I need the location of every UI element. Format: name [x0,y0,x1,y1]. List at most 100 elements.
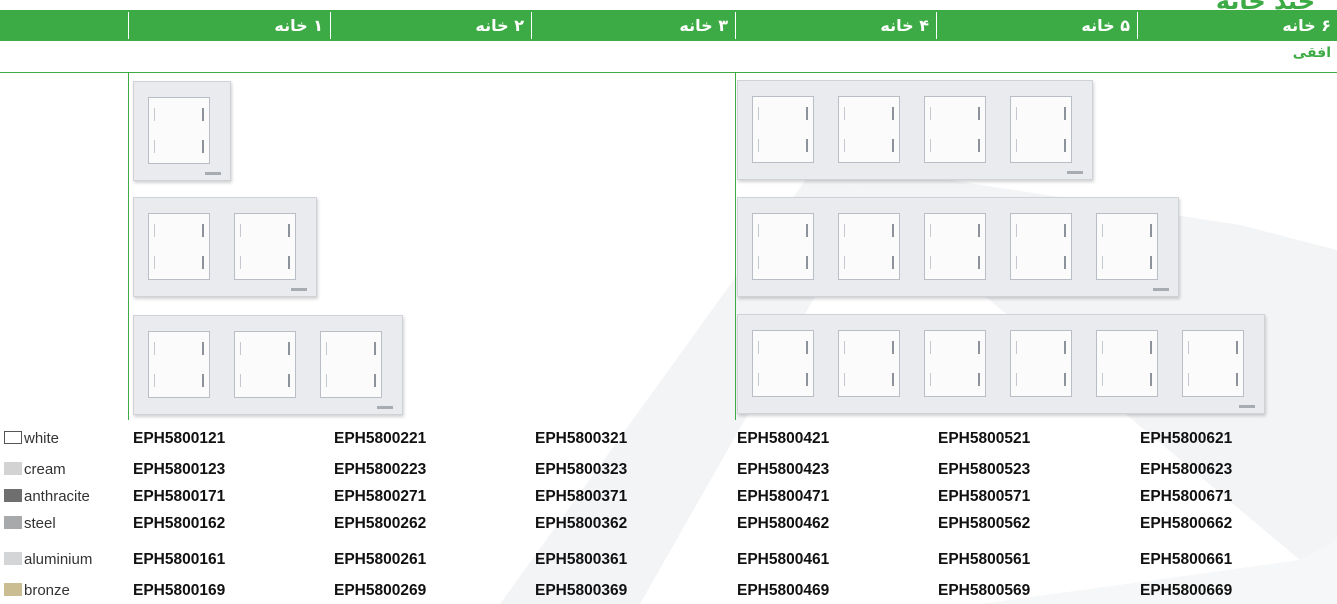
frame-module [838,96,900,163]
product-code: EPH5800262 [334,515,427,532]
header-bar: ۶ خانه ۵ خانه ۴ خانه ۳ خانه ۲ خانه ۱ خان… [0,10,1337,41]
mounting-clip [978,107,980,120]
header-divider [735,12,736,39]
mounting-clip [1236,373,1238,386]
mounting-clip [326,342,327,355]
product-code: EPH5800369 [535,582,628,599]
mounting-clip [1236,341,1238,354]
color-cell: bronze [4,580,70,602]
header-col-1: ۱ خانه [274,16,323,35]
mounting-clip [892,107,894,120]
header-col-5: ۵ خانه [1081,16,1130,35]
color-swatch [4,552,22,565]
table-row: aluminium EPH5800161 EPH5800261 EPH58003… [0,549,1337,571]
mounting-clip [1016,373,1017,386]
product-code: EPH5800561 [938,551,1031,568]
product-code: EPH5800321 [535,430,628,447]
mounting-clip [1102,224,1103,237]
product-code: EPH5800562 [938,515,1031,532]
mounting-clip [844,107,845,120]
color-label: cream [24,461,66,478]
color-swatch [4,583,22,596]
color-cell: cream [4,459,66,481]
mounting-clip [1150,341,1152,354]
product-code: EPH5800223 [334,461,427,478]
subheader-horizontal: افقی [1292,45,1331,61]
header-col-2: ۲ خانه [475,16,524,35]
mounting-clip [930,373,931,386]
mounting-clip [288,342,290,355]
table-row: steel EPH5800162 EPH5800262 EPH5800362 E… [0,513,1337,535]
table-row: anthracite EPH5800171 EPH5800271 EPH5800… [0,486,1337,508]
product-code: EPH5800462 [737,515,830,532]
mounting-clip [154,108,155,121]
product-code: EPH5800361 [535,551,628,568]
header-divider [128,12,129,39]
frame-module [838,213,900,280]
mounting-clip [930,107,931,120]
mounting-clip [288,256,290,269]
frame-5-gang [737,197,1179,297]
product-code: EPH5800169 [133,582,226,599]
frame-module [1010,96,1072,163]
frame-1-gang [133,81,231,181]
mounting-clip [844,256,845,269]
frame-module [1010,330,1072,397]
header-divider [936,12,937,39]
frame-module [752,96,814,163]
frame-module [1182,330,1244,397]
brand-logo-mark [1239,405,1255,408]
mounting-clip [374,374,376,387]
header-col-3: ۳ خانه [679,16,728,35]
frame-module [1096,213,1158,280]
mounting-clip [978,373,980,386]
frame-module [320,331,382,398]
brand-logo-mark [1153,288,1169,291]
product-code: EPH5800269 [334,582,427,599]
mounting-clip [844,373,845,386]
frame-module [148,97,210,164]
mounting-clip [1064,341,1066,354]
mounting-clip [1016,224,1017,237]
frame-module [924,330,986,397]
frame-module [148,331,210,398]
mounting-clip [758,139,759,152]
color-swatch [4,431,22,444]
product-code: EPH5800161 [133,551,226,568]
frame-module [838,330,900,397]
mounting-clip [844,224,845,237]
color-swatch [4,489,22,502]
color-swatch [4,516,22,529]
header-divider [1137,12,1138,39]
color-label: white [24,430,60,447]
mounting-clip [844,341,845,354]
frame-module [752,330,814,397]
frame-module [234,331,296,398]
mounting-clip [758,373,759,386]
brand-logo-mark [205,172,221,175]
mounting-clip [930,341,931,354]
product-code: EPH5800661 [1140,551,1233,568]
mounting-clip [202,108,204,121]
frame-4-gang [737,80,1093,180]
product-code: EPH5800221 [334,430,427,447]
mounting-clip [978,139,980,152]
mounting-clip [758,224,759,237]
product-code: EPH5800271 [334,488,427,505]
product-code: EPH5800461 [737,551,830,568]
frame-module [234,213,296,280]
mounting-clip [202,256,204,269]
mounting-clip [154,140,155,153]
product-code: EPH5800671 [1140,488,1233,505]
mounting-clip [844,139,845,152]
color-label: anthracite [24,488,90,505]
image-area-mid-border [735,72,736,420]
product-code: EPH5800569 [938,582,1031,599]
product-code: EPH5800121 [133,430,226,447]
mounting-clip [1016,341,1017,354]
mounting-clip [1064,107,1066,120]
mounting-clip [892,224,894,237]
mounting-clip [288,374,290,387]
mounting-clip [806,256,808,269]
product-code: EPH5800371 [535,488,628,505]
